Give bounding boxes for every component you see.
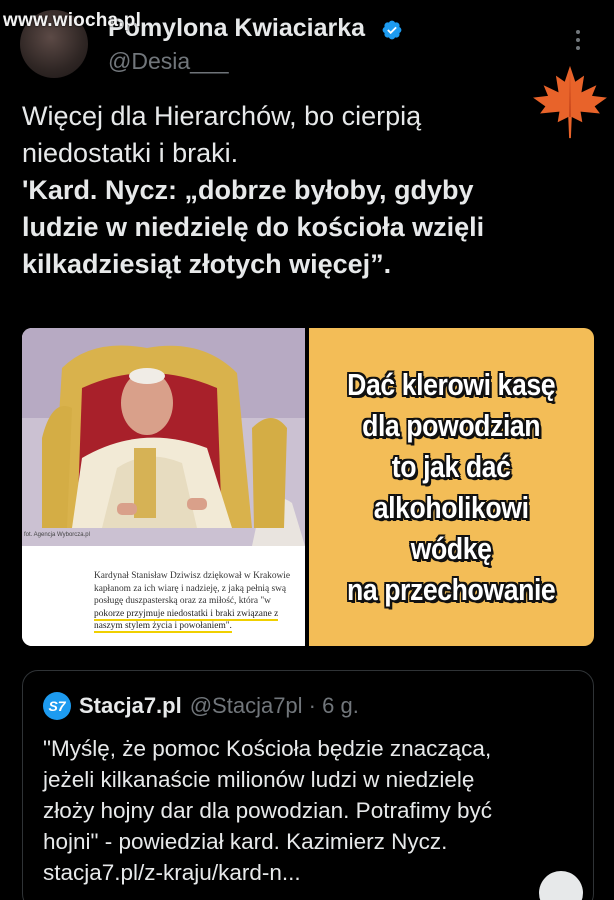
stacja7-logo-icon[interactable]: S7 — [43, 692, 71, 720]
quoted-tweet[interactable]: S7 Stacja7.pl @Stacja7pl · 6 g. "Myślę, … — [22, 670, 594, 900]
meme-line: Dać klerowi kasę — [347, 367, 556, 402]
quote-line: złoży hojny dar dla powodzian. Potrafimy… — [43, 798, 492, 823]
quoted-handle-time: @Stacja7pl · 6 g. — [189, 693, 359, 718]
tweet-line: Więcej dla Hierarchów, bo cierpią — [22, 101, 422, 131]
meme-line: wódkę — [411, 531, 492, 566]
meme-text: Dać klerowi kasę dla powodzian to jak da… — [347, 364, 556, 610]
quoted-tweet-text: "Myślę, że pomoc Kościoła będzie znacząc… — [43, 733, 588, 888]
article-excerpt: Kardynał Stanisław Dziwisz dziękował w K… — [22, 546, 305, 646]
maple-leaf-icon — [533, 65, 607, 139]
tweet-line: niedostatki i braki. — [22, 138, 239, 168]
meme-line: alkoholikowi — [374, 490, 529, 525]
more-options-icon[interactable] — [566, 28, 590, 52]
tweet-line: kilkadziesiąt złotych więcej”. — [22, 249, 392, 279]
photo-illustration — [22, 328, 305, 546]
tweet-line: ludzie w niedzielę do kościoła wzięli — [22, 212, 485, 242]
article-line: kapłanom za ich wiarę i nadzieję, z jaką… — [94, 583, 287, 594]
verified-badge-icon — [382, 20, 402, 40]
article-line-highlighted: naszym stylem życia i powołaniem". — [94, 621, 232, 633]
watermark: www.wiocha.pl — [3, 10, 142, 31]
tweet-text: Więcej dla Hierarchów, bo cierpią niedos… — [22, 98, 522, 283]
quoted-display-name[interactable]: Stacja7.pl — [79, 693, 182, 719]
meme-line: dla powodzian — [362, 408, 541, 443]
handle[interactable]: @Desia___ — [108, 48, 229, 75]
article-line: Kardynał Stanisław Dziwisz dziękował w K… — [94, 571, 291, 581]
tweet-line: 'Kard. Nycz: „dobrze byłoby, gdyby — [22, 175, 474, 205]
media-image-right[interactable]: Dać klerowi kasę dla powodzian to jak da… — [309, 328, 594, 646]
quote-line: hojni" - powiedział kard. Kazimierz Nycz… — [43, 829, 448, 854]
display-name[interactable]: Pomylona Kwiaciarka — [108, 14, 365, 43]
quoted-tweet-header: S7 Stacja7.pl @Stacja7pl · 6 g. — [43, 691, 359, 721]
meme-line: na przechowanie — [347, 572, 556, 607]
meme-line: to jak dać — [392, 449, 511, 484]
photo-caption: fot. Agencja Wyborcza.pl — [24, 532, 90, 538]
quote-link[interactable]: stacja7.pl/z-kraju/kard-n... — [43, 857, 588, 888]
quote-line: jeżeli kilkanaście milionów ludzi w nied… — [43, 767, 475, 792]
article-line: posługę duszpasterską oraz za miłość, kt… — [94, 596, 271, 606]
cardinal-photo — [22, 328, 305, 546]
media-image-left[interactable]: fot. Agencja Wyborcza.pl Kardynał Stanis… — [22, 328, 305, 646]
quote-line: "Myślę, że pomoc Kościoła będzie znacząc… — [43, 736, 492, 761]
article-line-highlighted: pokorze przyjmuje niedostatki i braki zw… — [94, 608, 279, 621]
